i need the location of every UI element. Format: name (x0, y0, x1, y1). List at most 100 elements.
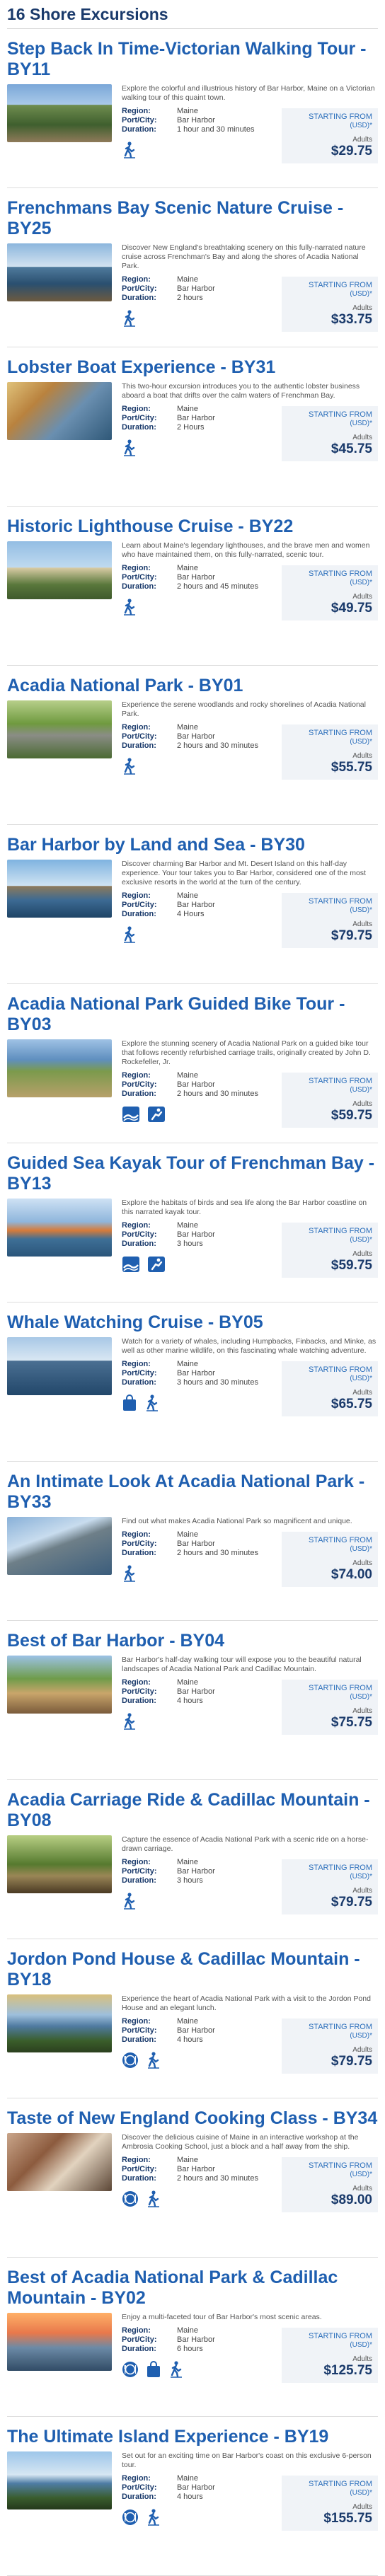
excursion-photo[interactable] (7, 1835, 112, 1893)
excursion-photo[interactable] (7, 84, 112, 142)
excursion-info: Region: Maine Port/City: Bar Harbor Dura… (122, 2156, 258, 2212)
excursion-description: Capture the essence of Acadia National P… (122, 1835, 369, 1853)
region-row: Region: Maine (122, 1360, 258, 1369)
excursion-photo[interactable] (7, 1517, 112, 1575)
excursion-item: Taste of New England Cooking Class - BY3… (7, 2098, 378, 2258)
adults-label: Adults (352, 1100, 372, 1108)
adults-label: Adults (352, 2046, 372, 2054)
starting-from-label: STARTING FROM (308, 1864, 372, 1872)
excursion-photo[interactable] (7, 1656, 112, 1714)
port-value: Bar Harbor (177, 2165, 215, 2173)
excursion-main: Bar Harbor's half-day walking tour will … (122, 1656, 378, 1735)
excursion-main: Discover New England's breathtaking scen… (122, 243, 378, 332)
excursion-body: Discover the delicious cuisine of Maine … (7, 2133, 378, 2212)
duration-value: 3 hours (177, 1876, 203, 1885)
adults-label: Adults (352, 1250, 372, 1258)
excursion-photo[interactable] (7, 2133, 112, 2191)
excursion-photo[interactable] (7, 700, 112, 758)
excursion-lower: Region: Maine Port/City: Bar Harbor Dura… (122, 405, 378, 461)
duration-label: Duration: (122, 910, 156, 918)
duration-label: Duration: (122, 582, 156, 591)
excursion-title-link[interactable]: Bar Harbor by Land and Sea - BY30 (7, 835, 378, 855)
region-value: Maine (177, 891, 198, 900)
excursion-item: Acadia National Park - BY01 Experience t… (7, 666, 378, 825)
duration-label: Duration: (122, 1240, 156, 1248)
price-amount: $155.75 (323, 2511, 372, 2526)
excursion-photo[interactable] (7, 1337, 112, 1395)
price-amount: $65.75 (331, 1397, 372, 1411)
region-label: Region: (122, 2156, 151, 2164)
excursion-photo[interactable] (7, 541, 112, 599)
port-row: Port/City: Bar Harbor (122, 732, 258, 741)
port-row: Port/City: Bar Harbor (122, 2335, 215, 2345)
port-label: Port/City: (122, 2483, 157, 2492)
region-row: Region: Maine (122, 107, 254, 116)
port-value: Bar Harbor (177, 1369, 215, 1377)
walking-icon (168, 2361, 184, 2378)
excursion-details: Region: Maine Port/City: Bar Harbor Dura… (122, 2474, 215, 2502)
excursion-title-link[interactable]: Jordon Pond House & Cadillac Mountain - … (7, 1949, 378, 1990)
excursion-title-link[interactable]: Acadia National Park - BY01 (7, 676, 378, 696)
region-value: Maine (177, 1360, 198, 1368)
starting-from-label: STARTING FROM (308, 410, 372, 419)
port-row: Port/City: Bar Harbor (122, 284, 215, 294)
excursion-item: Guided Sea Kayak Tour of Frenchman Bay -… (7, 1143, 378, 1303)
excursion-title-link[interactable]: Guided Sea Kayak Tour of Frenchman Bay -… (7, 1153, 378, 1194)
starting-from-label: STARTING FROM (308, 2023, 372, 2031)
excursion-photo[interactable] (7, 382, 112, 440)
duration-label: Duration: (122, 2493, 156, 2501)
excursion-title-link[interactable]: Whale Watching Cruise - BY05 (7, 1312, 378, 1333)
excursion-title-link[interactable]: Taste of New England Cooking Class - BY3… (7, 2108, 378, 2129)
adults-label: Adults (352, 920, 372, 928)
currency-label: (USD)* (350, 1693, 372, 1701)
excursion-details: Region: Maine Port/City: Bar Harbor Dura… (122, 1678, 215, 1706)
currency-label: (USD)* (350, 1375, 372, 1382)
excursion-item: Whale Watching Cruise - BY05 Watch for a… (7, 1303, 378, 1462)
region-value: Maine (177, 2474, 198, 2483)
duration-row: Duration: 6 hours (122, 2345, 215, 2354)
excursion-title-link[interactable]: Acadia National Park Guided Bike Tour - … (7, 994, 378, 1035)
excursion-main: Set out for an exciting time on Bar Harb… (122, 2451, 378, 2531)
activity-icons (122, 2509, 215, 2526)
excursion-title-link[interactable]: Lobster Boat Experience - BY31 (7, 357, 378, 378)
excursion-title-link[interactable]: Step Back In Time-Victorian Walking Tour… (7, 39, 378, 80)
currency-label: (USD)* (350, 2171, 372, 2178)
activity-icons (122, 1106, 258, 1123)
excursion-photo[interactable] (7, 1199, 112, 1257)
excursion-details: Region: Maine Port/City: Bar Harbor Dura… (122, 1530, 258, 1558)
excursion-main: Learn about Maine's legendary lighthouse… (122, 541, 378, 620)
excursion-photo[interactable] (7, 243, 112, 301)
excursion-details: Region: Maine Port/City: Bar Harbor Dura… (122, 2156, 258, 2183)
excursion-photo[interactable] (7, 860, 112, 918)
excursion-title-link[interactable]: Historic Lighthouse Cruise - BY22 (7, 516, 378, 537)
excursion-body: Find out what makes Acadia National Park… (7, 1517, 378, 1587)
port-row: Port/City: Bar Harbor (122, 901, 215, 910)
price-box: STARTING FROM (USD)* Adults $55.75 (282, 724, 378, 780)
price-amount: $45.75 (331, 441, 372, 456)
currency-label: (USD)* (350, 2489, 372, 2497)
walking-icon (122, 1893, 137, 1910)
excursion-item: The Ultimate Island Experience - BY19 Se… (7, 2417, 378, 2576)
excursion-photo[interactable] (7, 2313, 112, 2371)
excursion-title-link[interactable]: Best of Acadia National Park & Cadillac … (7, 2268, 378, 2309)
region-row: Region: Maine (122, 1858, 215, 1867)
excursion-title-link[interactable]: An Intimate Look At Acadia National Park… (7, 1472, 378, 1513)
adults-label: Adults (352, 593, 372, 601)
walking-icon (122, 926, 137, 943)
excursion-title-link[interactable]: Acadia Carriage Ride & Cadillac Mountain… (7, 1790, 378, 1831)
walking-icon (122, 758, 137, 775)
excursion-title-link[interactable]: Best of Bar Harbor - BY04 (7, 1631, 378, 1651)
excursion-item: Lobster Boat Experience - BY31 This two-… (7, 347, 378, 507)
excursion-title-link[interactable]: Frenchmans Bay Scenic Nature Cruise - BY… (7, 198, 378, 239)
excursion-title-link[interactable]: The Ultimate Island Experience - BY19 (7, 2427, 378, 2447)
excursion-body: Discover New England's breathtaking scen… (7, 243, 378, 332)
excursion-photo[interactable] (7, 2451, 112, 2509)
excursion-details: Region: Maine Port/City: Bar Harbor Dura… (122, 2017, 215, 2045)
duration-label: Duration: (122, 423, 156, 432)
excursion-list: Step Back In Time-Victorian Walking Tour… (7, 29, 378, 2576)
excursion-photo[interactable] (7, 1039, 112, 1097)
excursion-photo[interactable] (7, 1994, 112, 2052)
price-box: STARTING FROM (USD)* Adults $89.00 (282, 2157, 378, 2212)
excursion-lower: Region: Maine Port/City: Bar Harbor Dura… (122, 891, 378, 948)
excursion-details: Region: Maine Port/City: Bar Harbor Dura… (122, 564, 258, 591)
